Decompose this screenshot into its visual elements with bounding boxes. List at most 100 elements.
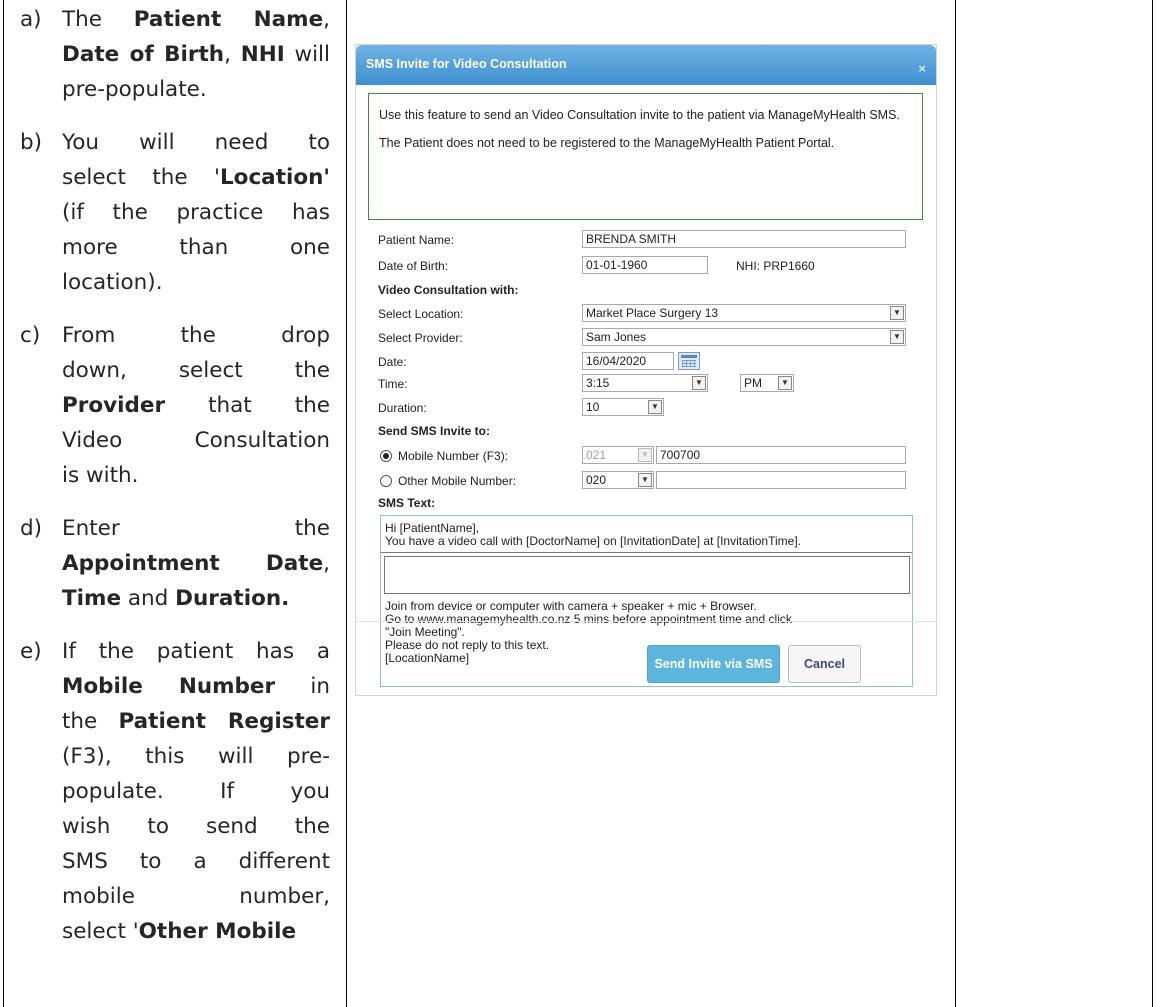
duration-select[interactable]: 10 ▼	[582, 398, 664, 416]
table-border-left	[3, 0, 4, 1007]
chevron-down-icon[interactable]: ▼	[638, 473, 652, 487]
instruction-text: mobile number,	[62, 884, 330, 909]
instruction-line: pre-populate.	[62, 72, 330, 107]
send-to-heading: Send SMS Invite to:	[378, 424, 491, 438]
location-select-value: Market Place Surgery 13	[586, 306, 719, 320]
instruction-text: (F3), this will pre-	[62, 744, 330, 769]
instruction-emphasis: NHI	[240, 42, 285, 67]
instruction-emphasis: Patient Register	[118, 709, 330, 734]
sms-custom-text-input[interactable]	[384, 556, 910, 594]
instruction-line: Enter the	[62, 511, 330, 546]
table-border-right	[1152, 0, 1153, 1007]
ampm-select-value: PM	[744, 376, 762, 390]
sms-line-2: You have a video call with [DoctorName] …	[385, 534, 801, 548]
instruction-line: Video Consultation	[62, 423, 330, 458]
instruction-text: If the patient has a	[62, 639, 330, 664]
step-marker: e)	[20, 639, 42, 664]
patient-name-field[interactable]: BRENDA SMITH	[582, 230, 906, 248]
other-mobile-radio[interactable]	[380, 475, 392, 487]
cancel-button[interactable]: Cancel	[788, 645, 861, 683]
instruction-line: mobile number,	[62, 879, 330, 914]
mobile-number-radio[interactable]	[380, 450, 392, 462]
calendar-icon[interactable]	[678, 352, 700, 370]
instruction-text: in	[275, 674, 331, 699]
step-marker: c)	[20, 323, 41, 348]
instruction-line: From the drop	[62, 318, 330, 353]
provider-label: Select Provider:	[378, 331, 463, 345]
instruction-line: more than one	[62, 230, 330, 265]
provider-select[interactable]: Sam Jones ▼	[582, 328, 906, 346]
instruction-line: (F3), this will pre-	[62, 739, 330, 774]
instruction-line: Date of Birth, NHI will	[62, 37, 330, 72]
instruction-text: You will need to	[62, 130, 330, 155]
sms-text-header: Hi [PatientName], You have a video call …	[385, 522, 801, 548]
instruction-text: The	[62, 7, 134, 32]
instruction-step: a) The Patient Name, Date of Birth, NHI wi…	[20, 2, 330, 107]
duration-label: Duration:	[378, 401, 427, 415]
date-field[interactable]: 16/04/2020	[582, 352, 674, 370]
dialog-titlebar[interactable]: SMS Invite for Video Consultation ×	[356, 45, 936, 85]
sms-invite-dialog: SMS Invite for Video Consultation × Use …	[355, 44, 937, 696]
instruction-line: If the patient has a	[62, 634, 330, 669]
duration-select-value: 10	[586, 400, 600, 414]
close-icon[interactable]: ×	[918, 61, 926, 76]
instruction-text: ,	[224, 42, 241, 67]
notice-text-2: The Patient does not need to be register…	[379, 136, 835, 150]
instruction-text: select the '	[62, 165, 220, 190]
step-marker: d)	[20, 516, 43, 541]
instruction-text: wish to send the	[62, 814, 330, 839]
notice-text-1: Use this feature to send an Video Consul…	[379, 108, 900, 122]
chevron-down-icon[interactable]: ▼	[890, 306, 904, 320]
instruction-emphasis: Location'	[219, 165, 330, 190]
time-select[interactable]: 3:15 ▼	[582, 374, 708, 392]
sms-divider	[381, 552, 912, 553]
location-select[interactable]: Market Place Surgery 13 ▼	[582, 304, 906, 322]
chevron-down-icon[interactable]: ▼	[778, 376, 792, 390]
other-prefix-select[interactable]: 020 ▼	[582, 471, 654, 489]
instruction-line: Provider that the	[62, 388, 330, 423]
provider-select-value: Sam Jones	[586, 330, 647, 344]
instruction-text: that the	[165, 393, 330, 418]
send-invite-button[interactable]: Send Invite via SMS	[647, 645, 780, 683]
location-label: Select Location:	[378, 307, 464, 321]
ampm-select[interactable]: PM ▼	[740, 374, 794, 392]
instruction-emphasis: Mobile Number	[62, 674, 276, 699]
instruction-emphasis: Other Mobile	[138, 919, 297, 944]
instruction-line: select 'Other Mobile	[62, 914, 330, 949]
instruction-text: SMS to a different	[62, 849, 330, 874]
instruction-line: down, select the	[62, 353, 330, 388]
instruction-emphasis: Appointment Date	[62, 551, 324, 576]
table-border-right-inner	[955, 0, 956, 1007]
instruction-text: will	[284, 42, 331, 67]
chevron-down-icon[interactable]: ▼	[890, 330, 904, 344]
instruction-text: Enter the	[62, 516, 330, 541]
video-with-heading: Video Consultation with:	[378, 283, 519, 297]
instruction-line: the Patient Register	[62, 704, 330, 739]
instruction-emphasis: Provider	[62, 393, 166, 418]
instruction-line: Mobile Number in	[62, 669, 330, 704]
instruction-text: pre-populate.	[62, 77, 207, 102]
other-mobile-label: Other Mobile Number:	[398, 474, 517, 488]
other-mobile-field[interactable]	[656, 471, 906, 489]
instruction-text: more than one	[62, 235, 330, 260]
info-notice: Use this feature to send an Video Consul…	[368, 93, 923, 220]
table-border-middle	[346, 0, 347, 1007]
instruction-text: From the drop	[62, 323, 330, 348]
mobile-number-field[interactable]: 700700	[656, 446, 906, 464]
chevron-down-icon[interactable]: ▼	[692, 376, 706, 390]
instruction-text: (if the practice has	[62, 200, 330, 225]
instruction-line: location).	[62, 265, 330, 300]
instruction-text: ,	[323, 551, 330, 576]
chevron-down-icon[interactable]: ▼	[638, 448, 652, 462]
instruction-line: wish to send the	[62, 809, 330, 844]
instruction-step: b) You will need to select the 'Location' (…	[20, 125, 330, 300]
mobile-prefix-value: 021	[586, 448, 607, 462]
instruction-text: select '	[62, 919, 139, 944]
instruction-text: location).	[62, 270, 163, 295]
mobile-prefix-select[interactable]: 021 ▼	[582, 446, 654, 464]
chevron-down-icon[interactable]: ▼	[648, 400, 662, 414]
instruction-emphasis: Duration.	[175, 586, 290, 611]
dob-field[interactable]: 01-01-1960	[582, 256, 708, 274]
dob-label: Date of Birth:	[378, 259, 449, 273]
instruction-line: select the 'Location'	[62, 160, 330, 195]
